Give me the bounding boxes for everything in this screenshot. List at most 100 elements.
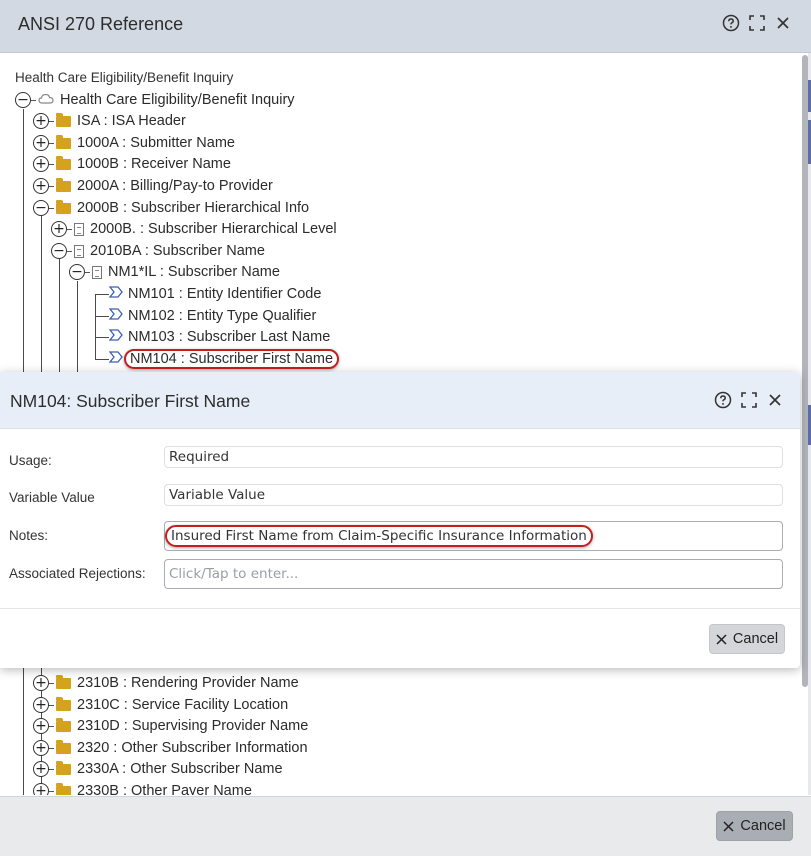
tree-node[interactable]: + 2330B : Other Payer Name <box>33 781 252 795</box>
expand-toggle-icon[interactable]: + <box>33 135 49 151</box>
maximize-icon[interactable] <box>748 14 766 32</box>
element-icon <box>108 308 123 324</box>
expand-toggle-icon[interactable]: + <box>33 156 49 172</box>
tree-node-label: NM103 : Subscriber Last Name <box>128 329 331 345</box>
folder-icon <box>56 674 71 689</box>
tree-node[interactable]: − NM1*IL : Subscriber Name <box>69 262 280 282</box>
tree-node-label: Health Care Eligibility/Benefit Inquiry <box>60 92 295 108</box>
folder-icon <box>56 134 71 149</box>
document-icon <box>92 265 102 279</box>
tree-node[interactable]: NM101 : Entity Identifier Code <box>108 284 322 304</box>
tree-node[interactable]: + ISA : ISA Header <box>33 111 186 131</box>
tree-node[interactable]: − 2010BA : Subscriber Name <box>51 241 265 261</box>
collapse-toggle-icon[interactable]: − <box>69 264 85 280</box>
tree-node-label: 2330B : Other Payer Name <box>77 783 252 795</box>
tree-node-label: 2000B. : Subscriber Hierarchical Level <box>90 221 337 237</box>
element-detail-modal: NM104: Subscriber First Name Usage: Requ… <box>0 372 800 668</box>
usage-label: Usage: <box>9 453 52 468</box>
tree-node-selected[interactable]: NM104 : Subscriber First Name <box>108 349 340 369</box>
modal-header-icons <box>714 391 784 409</box>
expand-toggle-icon[interactable]: + <box>33 113 49 129</box>
document-icon <box>74 244 84 258</box>
folder-icon <box>56 177 71 192</box>
help-circle-icon[interactable] <box>722 14 740 32</box>
cloud-icon <box>38 92 54 108</box>
cancel-button-label: Cancel <box>732 631 779 647</box>
tree-caption: Health Care Eligibility/Benefit Inquiry <box>15 70 234 85</box>
tree-node[interactable]: + 2330A : Other Subscriber Name <box>33 759 283 779</box>
tree-node[interactable]: + 2310D : Supervising Provider Name <box>33 716 308 736</box>
tree-node[interactable]: + 2000B. : Subscriber Hierarchical Level <box>51 219 337 239</box>
document-icon <box>74 222 84 236</box>
tree-node[interactable]: + 2310B : Rendering Provider Name <box>33 673 299 693</box>
element-icon <box>108 286 123 302</box>
cancel-button[interactable]: Cancel <box>716 811 793 841</box>
folder-icon <box>56 760 71 775</box>
expand-toggle-icon[interactable]: + <box>33 675 49 691</box>
modal-header: NM104: Subscriber First Name <box>0 372 800 429</box>
tree-node-label: 2310B : Rendering Provider Name <box>77 675 299 691</box>
expand-toggle-icon[interactable]: + <box>51 221 67 237</box>
associated-rejections-label: Associated Rejections: <box>9 566 146 581</box>
tree-node-label: 2330A : Other Subscriber Name <box>77 761 283 777</box>
maximize-icon[interactable] <box>740 391 758 409</box>
close-icon[interactable] <box>766 391 784 409</box>
tree-node[interactable]: − 2000B : Subscriber Hierarchical Info <box>33 198 309 218</box>
tree-node-label: 2320 : Other Subscriber Information <box>77 740 308 756</box>
folder-icon <box>56 199 71 214</box>
cancel-button-label: Cancel <box>740 818 786 834</box>
folder-icon <box>56 696 71 711</box>
usage-field: Required <box>164 446 783 468</box>
tree-node-label: NM101 : Entity Identifier Code <box>128 286 322 302</box>
tree-node-label: NM104 : Subscriber First Name <box>124 349 340 369</box>
close-icon <box>716 633 727 645</box>
tree-node[interactable]: + 2000A : Billing/Pay-to Provider <box>33 176 273 196</box>
tree-node-label: 1000A : Submitter Name <box>77 135 235 151</box>
tree-node-label: 1000B : Receiver Name <box>77 156 231 172</box>
notes-value: Insured First Name from Claim-Specific I… <box>165 525 593 547</box>
header-icons <box>722 14 792 32</box>
folder-icon <box>56 155 71 170</box>
tree-node[interactable]: + 1000A : Submitter Name <box>33 133 235 153</box>
tree-node-label: NM1*IL : Subscriber Name <box>108 264 280 280</box>
expand-toggle-icon[interactable]: + <box>33 761 49 777</box>
help-circle-icon[interactable] <box>714 391 732 409</box>
expand-toggle-icon[interactable]: + <box>33 697 49 713</box>
tree-node[interactable]: − Health Care Eligibility/Benefit Inquir… <box>15 90 295 110</box>
element-icon <box>108 351 123 367</box>
associated-rejections-input[interactable]: Click/Tap to enter... <box>164 559 783 589</box>
tree-node[interactable]: NM102 : Entity Type Qualifier <box>108 306 317 326</box>
tree-node[interactable]: NM103 : Subscriber Last Name <box>108 327 331 347</box>
tree-node[interactable]: + 2310C : Service Facility Location <box>33 695 288 715</box>
expand-toggle-icon[interactable]: + <box>33 783 49 795</box>
expand-toggle-icon[interactable]: + <box>33 718 49 734</box>
collapse-toggle-icon[interactable]: − <box>51 243 67 259</box>
folder-icon <box>56 112 71 127</box>
dialog-title: ANSI 270 Reference <box>18 14 184 34</box>
variable-value-label: Variable Value <box>9 490 95 505</box>
notes-field[interactable]: Insured First Name from Claim-Specific I… <box>164 521 783 551</box>
close-icon <box>723 820 734 832</box>
tree-node[interactable]: + 2320 : Other Subscriber Information <box>33 738 308 758</box>
expand-toggle-icon[interactable]: + <box>33 740 49 756</box>
dialog-footer: Cancel <box>0 796 811 856</box>
expand-toggle-icon[interactable]: + <box>33 178 49 194</box>
dialog-header: ANSI 270 Reference <box>0 0 811 53</box>
collapse-toggle-icon[interactable]: − <box>33 200 49 216</box>
modal-title: NM104: Subscriber First Name <box>10 391 251 411</box>
notes-label: Notes: <box>9 528 49 543</box>
modal-footer: Cancel <box>0 608 800 669</box>
cancel-button[interactable]: Cancel <box>709 624 785 654</box>
tree-node-label: 2310D : Supervising Provider Name <box>77 718 309 734</box>
variable-value-field: Variable Value <box>164 484 783 506</box>
close-icon[interactable] <box>774 14 792 32</box>
tree-node-label: 2000A : Billing/Pay-to Provider <box>77 178 273 194</box>
tree-node-label: 2310C : Service Facility Location <box>77 697 289 713</box>
folder-icon <box>56 717 71 732</box>
tree-node-label: 2010BA : Subscriber Name <box>90 243 265 259</box>
tree-node-label: NM102 : Entity Type Qualifier <box>128 308 317 324</box>
folder-icon <box>56 782 71 795</box>
folder-icon <box>56 739 71 754</box>
tree-node[interactable]: + 1000B : Receiver Name <box>33 154 231 174</box>
collapse-toggle-icon[interactable]: − <box>15 92 31 108</box>
